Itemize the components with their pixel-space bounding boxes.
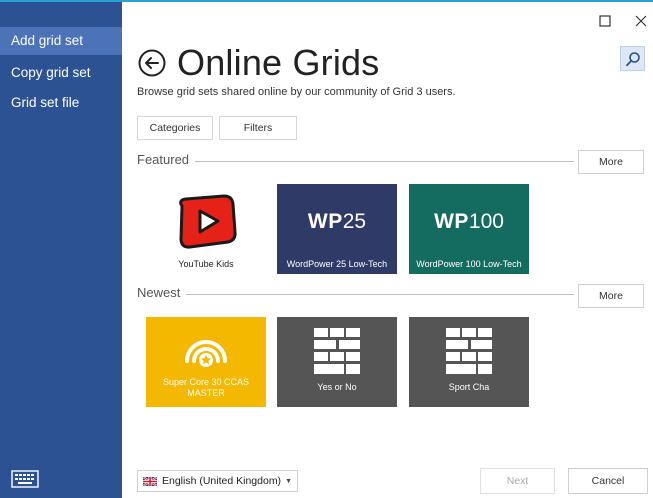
tile-caption: Yes or No	[317, 382, 357, 392]
search-icon[interactable]	[620, 46, 645, 71]
keyboard-icon[interactable]	[11, 470, 39, 488]
language-label: English (United Kingdom)	[162, 475, 282, 487]
app-window: Add grid set Copy grid set Grid set file	[0, 0, 653, 498]
super-core-star-icon	[182, 327, 230, 372]
chevron-down-icon: ▼	[285, 477, 292, 485]
tile-super-core-30[interactable]: Super Core 30 CCAS MASTER	[146, 317, 266, 407]
tile-caption: WordPower 25 Low-Tech	[286, 259, 388, 269]
featured-more-button[interactable]: More	[578, 150, 644, 174]
sidebar-item-add-grid-set[interactable]: Add grid set	[0, 27, 122, 55]
grid-blocks-icon	[314, 328, 360, 381]
header: Online Grids	[137, 40, 379, 86]
sidebar-item-grid-set-file[interactable]: Grid set file	[0, 89, 122, 117]
tile-wordpower-100[interactable]: WP100 WordPower 100 Low-Tech	[409, 184, 529, 274]
language-select[interactable]: English (United Kingdom) ▼	[137, 470, 298, 492]
tile-yes-or-no[interactable]: Yes or No	[277, 317, 397, 407]
categories-button[interactable]: Categories	[137, 116, 213, 140]
featured-divider	[190, 161, 574, 162]
sidebar-item-copy-grid-set[interactable]: Copy grid set	[0, 59, 122, 87]
tile-caption: Sport Cha	[448, 382, 490, 392]
newest-section-label: Newest	[137, 285, 187, 300]
tile-sport-cha[interactable]: Sport Cha	[409, 317, 529, 407]
next-button[interactable]: Next	[480, 468, 555, 494]
uk-flag-icon	[143, 476, 157, 486]
wordpower-100-logo: WP100	[434, 210, 504, 233]
newest-more-button[interactable]: More	[578, 284, 644, 308]
tile-caption: YouTube Kids	[178, 259, 234, 269]
page-title: Online Grids	[177, 42, 380, 83]
back-arrow-circle-icon[interactable]	[137, 48, 167, 78]
tile-caption: WordPower 100 Low-Tech	[416, 259, 522, 269]
grid-blocks-icon	[446, 328, 492, 381]
cancel-button[interactable]: Cancel	[568, 468, 648, 494]
tile-wordpower-25[interactable]: WP25 WordPower 25 Low-Tech	[277, 184, 397, 274]
sidebar: Add grid set Copy grid set Grid set file	[0, 2, 122, 498]
close-icon[interactable]	[630, 10, 652, 32]
tile-youtube-kids[interactable]: YouTube Kids	[146, 184, 266, 274]
maximize-icon[interactable]	[594, 10, 616, 32]
youtube-kids-icon	[174, 194, 238, 255]
filters-button[interactable]: Filters	[219, 116, 297, 140]
newest-divider	[186, 294, 574, 295]
tile-caption: Super Core 30 CCAS MASTER	[162, 377, 250, 398]
featured-section-label: Featured	[137, 152, 196, 167]
page-subtitle: Browse grid sets shared online by our co…	[137, 86, 456, 98]
wordpower-25-logo: WP25	[307, 210, 367, 233]
